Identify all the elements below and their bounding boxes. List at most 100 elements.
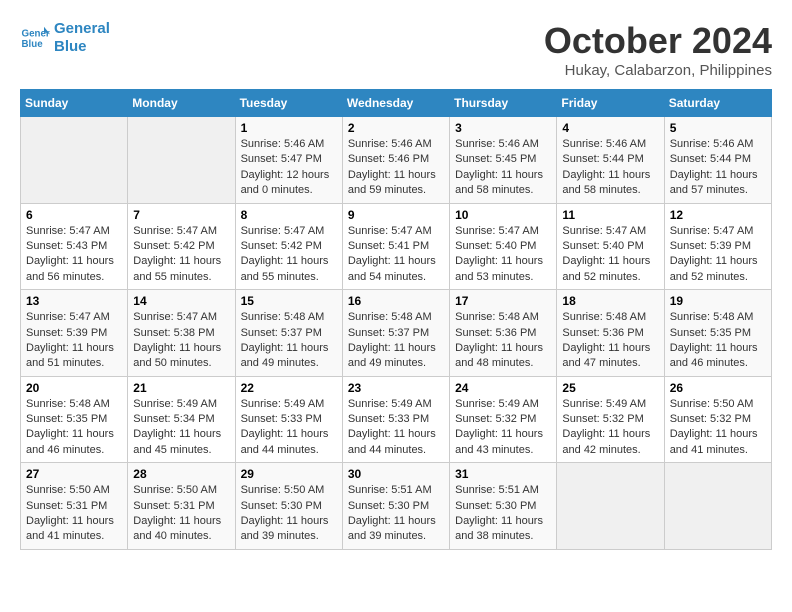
day-of-week-header: Monday [128,90,235,117]
logo-line2: Blue [54,38,110,56]
day-number: 10 [455,208,551,222]
calendar-cell: 9Sunrise: 5:47 AMSunset: 5:41 PMDaylight… [342,203,449,290]
day-number: 29 [241,467,337,481]
day-detail: Sunrise: 5:49 AMSunset: 5:33 PMDaylight:… [348,397,444,459]
day-number: 28 [133,467,229,481]
day-number: 19 [670,294,766,308]
day-detail: Sunrise: 5:48 AMSunset: 5:35 PMDaylight:… [26,397,122,459]
calendar-cell: 8 Sunrise: 5:47 AMSunset: 5:42 PMDaylight… [235,203,342,290]
day-number: 25 [562,381,658,395]
day-number: 15 [241,294,337,308]
day-detail: Sunrise: 5:48 AMSunset: 5:37 PMDaylight:… [241,310,337,372]
calendar-cell [664,463,771,550]
calendar-cell: 25 Sunrise: 5:49 AMSunset: 5:32 PMDayligh… [557,376,664,463]
day-number: 24 [455,381,551,395]
day-of-week-header: Wednesday [342,90,449,117]
month-title: October 2024 [544,20,772,62]
day-number: 12 [670,208,766,222]
calendar-cell: 4 Sunrise: 5:46 AMSunset: 5:44 PMDaylight… [557,117,664,204]
day-number: 9 [348,208,444,222]
day-detail: Sunrise: 5:49 AMSunset: 5:33 PMDaylight:… [241,397,337,459]
calendar-cell: 12Sunrise: 5:47 AMSunset: 5:39 PMDayligh… [664,203,771,290]
day-number: 26 [670,381,766,395]
calendar-cell: 20 Sunrise: 5:48 AMSunset: 5:35 PMDayligh… [21,376,128,463]
day-detail: Sunrise: 5:47 AMSunset: 5:43 PMDaylight:… [26,224,122,286]
day-number: 1 [241,121,337,135]
day-number: 17 [455,294,551,308]
location-title: Hukay, Calabarzon, Philippines [544,62,772,79]
day-number: 13 [26,294,122,308]
calendar-week-row: 6Sunrise: 5:47 AMSunset: 5:43 PMDaylight… [21,203,772,290]
calendar-cell [128,117,235,204]
day-number: 14 [133,294,229,308]
calendar-cell: 28 Sunrise: 5:50 AMSunset: 5:31 PMDayligh… [128,463,235,550]
calendar-cell: 29 Sunrise: 5:50 AMSunset: 5:30 PMDayligh… [235,463,342,550]
calendar-week-row: 1 Sunrise: 5:46 AMSunset: 5:47 PMDaylight… [21,117,772,204]
day-detail: Sunrise: 5:47 AMSunset: 5:42 PMDaylight:… [133,224,229,286]
day-number: 21 [133,381,229,395]
calendar-cell: 1 Sunrise: 5:46 AMSunset: 5:47 PMDaylight… [235,117,342,204]
calendar-cell [557,463,664,550]
day-detail: Sunrise: 5:48 AMSunset: 5:36 PMDaylight:… [455,310,551,372]
logo-line1: General [54,20,110,38]
day-of-week-header: Tuesday [235,90,342,117]
calendar-cell: 17 Sunrise: 5:48 AMSunset: 5:36 PMDayligh… [450,290,557,377]
calendar-body: 1 Sunrise: 5:46 AMSunset: 5:47 PMDaylight… [21,117,772,550]
calendar-cell: 31Sunrise: 5:51 AMSunset: 5:30 PMDayligh… [450,463,557,550]
calendar-week-row: 27 Sunrise: 5:50 AMSunset: 5:31 PMDayligh… [21,463,772,550]
day-detail: Sunrise: 5:46 AMSunset: 5:47 PMDaylight:… [241,137,337,199]
day-number: 3 [455,121,551,135]
day-detail: Sunrise: 5:47 AMSunset: 5:40 PMDaylight:… [455,224,551,286]
calendar-cell: 19 Sunrise: 5:48 AMSunset: 5:35 PMDayligh… [664,290,771,377]
day-number: 20 [26,381,122,395]
calendar-cell: 10 Sunrise: 5:47 AMSunset: 5:40 PMDayligh… [450,203,557,290]
day-detail: Sunrise: 5:47 AMSunset: 5:40 PMDaylight:… [562,224,658,286]
day-number: 8 [241,208,337,222]
day-of-week-header: Thursday [450,90,557,117]
calendar-cell: 23Sunrise: 5:49 AMSunset: 5:33 PMDayligh… [342,376,449,463]
day-detail: Sunrise: 5:48 AMSunset: 5:37 PMDaylight:… [348,310,444,372]
day-detail: Sunrise: 5:50 AMSunset: 5:31 PMDaylight:… [26,483,122,545]
day-detail: Sunrise: 5:51 AMSunset: 5:30 PMDaylight:… [348,483,444,545]
calendar-header-row: SundayMondayTuesdayWednesdayThursdayFrid… [21,90,772,117]
day-detail: Sunrise: 5:48 AMSunset: 5:36 PMDaylight:… [562,310,658,372]
day-number: 27 [26,467,122,481]
day-detail: Sunrise: 5:46 AMSunset: 5:45 PMDaylight:… [455,137,551,199]
calendar-table: SundayMondayTuesdayWednesdayThursdayFrid… [20,89,772,550]
calendar-cell: 3 Sunrise: 5:46 AMSunset: 5:45 PMDaylight… [450,117,557,204]
calendar-cell: 2Sunrise: 5:46 AMSunset: 5:46 PMDaylight… [342,117,449,204]
day-detail: Sunrise: 5:47 AMSunset: 5:38 PMDaylight:… [133,310,229,372]
calendar-cell: 18Sunrise: 5:48 AMSunset: 5:36 PMDayligh… [557,290,664,377]
calendar-cell: 5Sunrise: 5:46 AMSunset: 5:44 PMDaylight… [664,117,771,204]
logo: General Blue General Blue [20,20,110,56]
calendar-cell: 16 Sunrise: 5:48 AMSunset: 5:37 PMDayligh… [342,290,449,377]
day-detail: Sunrise: 5:48 AMSunset: 5:35 PMDaylight:… [670,310,766,372]
day-detail: Sunrise: 5:49 AMSunset: 5:32 PMDaylight:… [455,397,551,459]
day-of-week-header: Saturday [664,90,771,117]
logo-icon: General Blue [20,23,50,53]
day-detail: Sunrise: 5:50 AMSunset: 5:31 PMDaylight:… [133,483,229,545]
title-block: October 2024 Hukay, Calabarzon, Philippi… [544,20,772,79]
day-number: 11 [562,208,658,222]
day-number: 16 [348,294,444,308]
day-detail: Sunrise: 5:47 AMSunset: 5:42 PMDaylight:… [241,224,337,286]
calendar-week-row: 13 Sunrise: 5:47 AMSunset: 5:39 PMDayligh… [21,290,772,377]
day-detail: Sunrise: 5:47 AMSunset: 5:39 PMDaylight:… [26,310,122,372]
calendar-cell: 6Sunrise: 5:47 AMSunset: 5:43 PMDaylight… [21,203,128,290]
calendar-cell: 13 Sunrise: 5:47 AMSunset: 5:39 PMDayligh… [21,290,128,377]
day-detail: Sunrise: 5:46 AMSunset: 5:44 PMDaylight:… [670,137,766,199]
calendar-cell: 24 Sunrise: 5:49 AMSunset: 5:32 PMDayligh… [450,376,557,463]
calendar-week-row: 20 Sunrise: 5:48 AMSunset: 5:35 PMDayligh… [21,376,772,463]
day-detail: Sunrise: 5:50 AMSunset: 5:32 PMDaylight:… [670,397,766,459]
calendar-cell: 21 Sunrise: 5:49 AMSunset: 5:34 PMDayligh… [128,376,235,463]
day-number: 7 [133,208,229,222]
day-detail: Sunrise: 5:46 AMSunset: 5:44 PMDaylight:… [562,137,658,199]
calendar-cell: 26 Sunrise: 5:50 AMSunset: 5:32 PMDayligh… [664,376,771,463]
day-detail: Sunrise: 5:50 AMSunset: 5:30 PMDaylight:… [241,483,337,545]
day-detail: Sunrise: 5:49 AMSunset: 5:34 PMDaylight:… [133,397,229,459]
calendar-cell: 22Sunrise: 5:49 AMSunset: 5:33 PMDayligh… [235,376,342,463]
calendar-cell: 15 Sunrise: 5:48 AMSunset: 5:37 PMDayligh… [235,290,342,377]
day-number: 4 [562,121,658,135]
calendar-cell: 14 Sunrise: 5:47 AMSunset: 5:38 PMDayligh… [128,290,235,377]
day-detail: Sunrise: 5:49 AMSunset: 5:32 PMDaylight:… [562,397,658,459]
